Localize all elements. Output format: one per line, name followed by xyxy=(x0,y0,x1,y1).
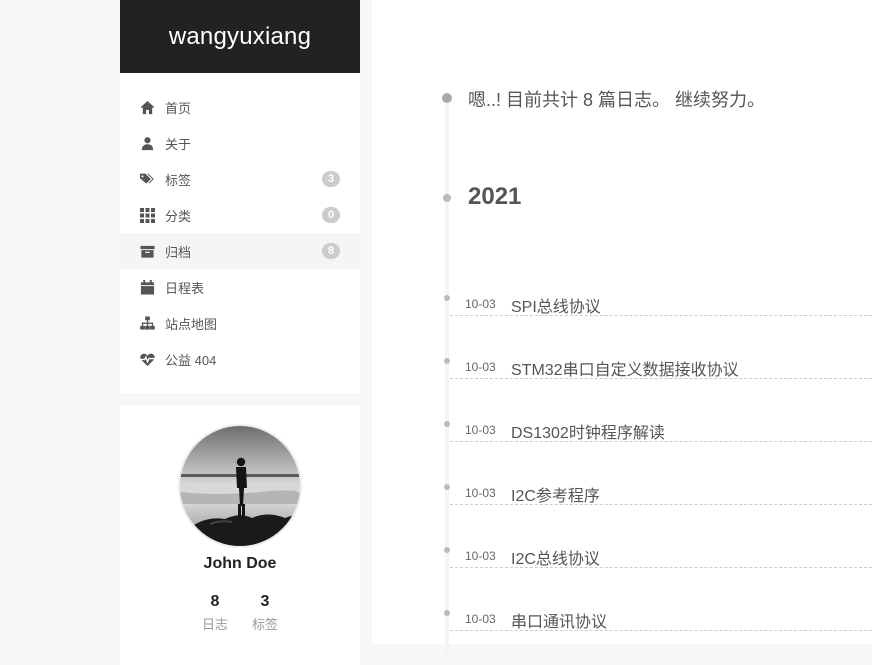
menu-item-categories[interactable]: 分类 0 xyxy=(120,197,360,233)
author-profile: John Doe 8 日志 3 标签 xyxy=(120,405,360,665)
timeline-dot xyxy=(443,194,451,202)
post-title-link[interactable]: SPI总线协议 xyxy=(511,293,601,317)
avatar xyxy=(178,424,302,548)
archive-icon xyxy=(140,244,155,259)
timeline-line xyxy=(445,98,449,658)
post-item[interactable]: 10-03 DS1302时钟程序解读 xyxy=(450,409,872,442)
tags-icon xyxy=(140,172,155,187)
post-date: 10-03 xyxy=(465,360,496,374)
menu-item-label: 关于 xyxy=(165,136,192,152)
post-title-link[interactable]: DS1302时钟程序解读 xyxy=(511,419,665,443)
tags-stat[interactable]: 3 标签 xyxy=(250,593,280,633)
archive-summary: 嗯..! 目前共计 8 篇日志。 继续努力。 xyxy=(468,90,766,110)
heartbeat-icon xyxy=(140,352,155,367)
menu-item-404[interactable]: 公益 404 xyxy=(120,341,360,377)
tags-label: 标签 xyxy=(251,617,278,632)
post-title-link[interactable]: I2C参考程序 xyxy=(511,482,600,506)
count-badge: 8 xyxy=(322,243,340,259)
post-item[interactable]: 10-03 I2C参考程序 xyxy=(450,472,872,505)
post-title-link[interactable]: I2C总线协议 xyxy=(511,545,600,569)
post-date: 10-03 xyxy=(465,423,496,437)
post-title-link[interactable]: 串口通讯协议 xyxy=(511,608,607,632)
site-stats: 8 日志 3 标签 xyxy=(120,593,360,633)
post-item[interactable]: 10-03 STM32串口自定义数据接收协议 xyxy=(450,346,872,379)
post-item[interactable]: 10-03 SPI总线协议 xyxy=(450,283,872,316)
post-item[interactable]: 10-03 串口通讯协议 xyxy=(450,598,872,631)
timeline-dot xyxy=(442,93,452,103)
site-title[interactable]: wangyuxiang xyxy=(120,0,360,73)
menu-item-label: 公益 404 xyxy=(165,352,217,368)
home-icon xyxy=(140,100,155,115)
menu-item-about[interactable]: 关于 xyxy=(120,125,360,161)
menu-item-label: 站点地图 xyxy=(165,316,218,332)
post-title-link[interactable]: STM32串口自定义数据接收协议 xyxy=(511,356,739,380)
posts-count: 8 xyxy=(210,593,220,610)
author-name: John Doe xyxy=(203,555,277,572)
sitemap-icon xyxy=(140,315,155,331)
menu-item-label: 日程表 xyxy=(165,280,205,296)
post-date: 10-03 xyxy=(465,486,496,500)
main-content: 嗯..! 目前共计 8 篇日志。 继续努力。 2021 10-03 SPI总线协… xyxy=(372,0,872,658)
tags-count: 3 xyxy=(260,593,270,610)
menu-item-label: 标签 xyxy=(165,172,192,188)
menu-item-sitemap[interactable]: 站点地图 xyxy=(120,305,360,341)
menu-item-tags[interactable]: 标签 3 xyxy=(120,161,360,197)
th-icon xyxy=(140,207,155,223)
menu-item-archives[interactable]: 归档 8 xyxy=(120,233,360,269)
menu-item-label: 首页 xyxy=(165,100,192,116)
count-badge: 3 xyxy=(322,171,340,187)
post-date: 10-03 xyxy=(465,549,496,563)
posts-label: 日志 xyxy=(201,617,228,632)
post-date: 10-03 xyxy=(465,297,496,311)
menu-item-label: 分类 xyxy=(165,208,192,224)
main-menu: 首页 关于 标签 3 分类 0 归档 8 日程表 站点地图 公益 404 xyxy=(120,73,360,393)
post-item[interactable]: 10-03 I2C总线协议 xyxy=(450,535,872,568)
sidebar: wangyuxiang 首页 关于 标签 3 分类 0 归档 8 日程表 站点地… xyxy=(120,0,360,393)
archive-year: 2021 xyxy=(468,183,522,210)
user-icon xyxy=(140,136,155,151)
posts-stat[interactable]: 8 日志 xyxy=(200,593,230,633)
calendar-icon xyxy=(140,279,155,295)
menu-item-home[interactable]: 首页 xyxy=(120,89,360,125)
count-badge: 0 xyxy=(322,207,340,223)
menu-item-schedule[interactable]: 日程表 xyxy=(120,269,360,305)
post-date: 10-03 xyxy=(465,612,496,626)
menu-item-label: 归档 xyxy=(165,244,192,260)
